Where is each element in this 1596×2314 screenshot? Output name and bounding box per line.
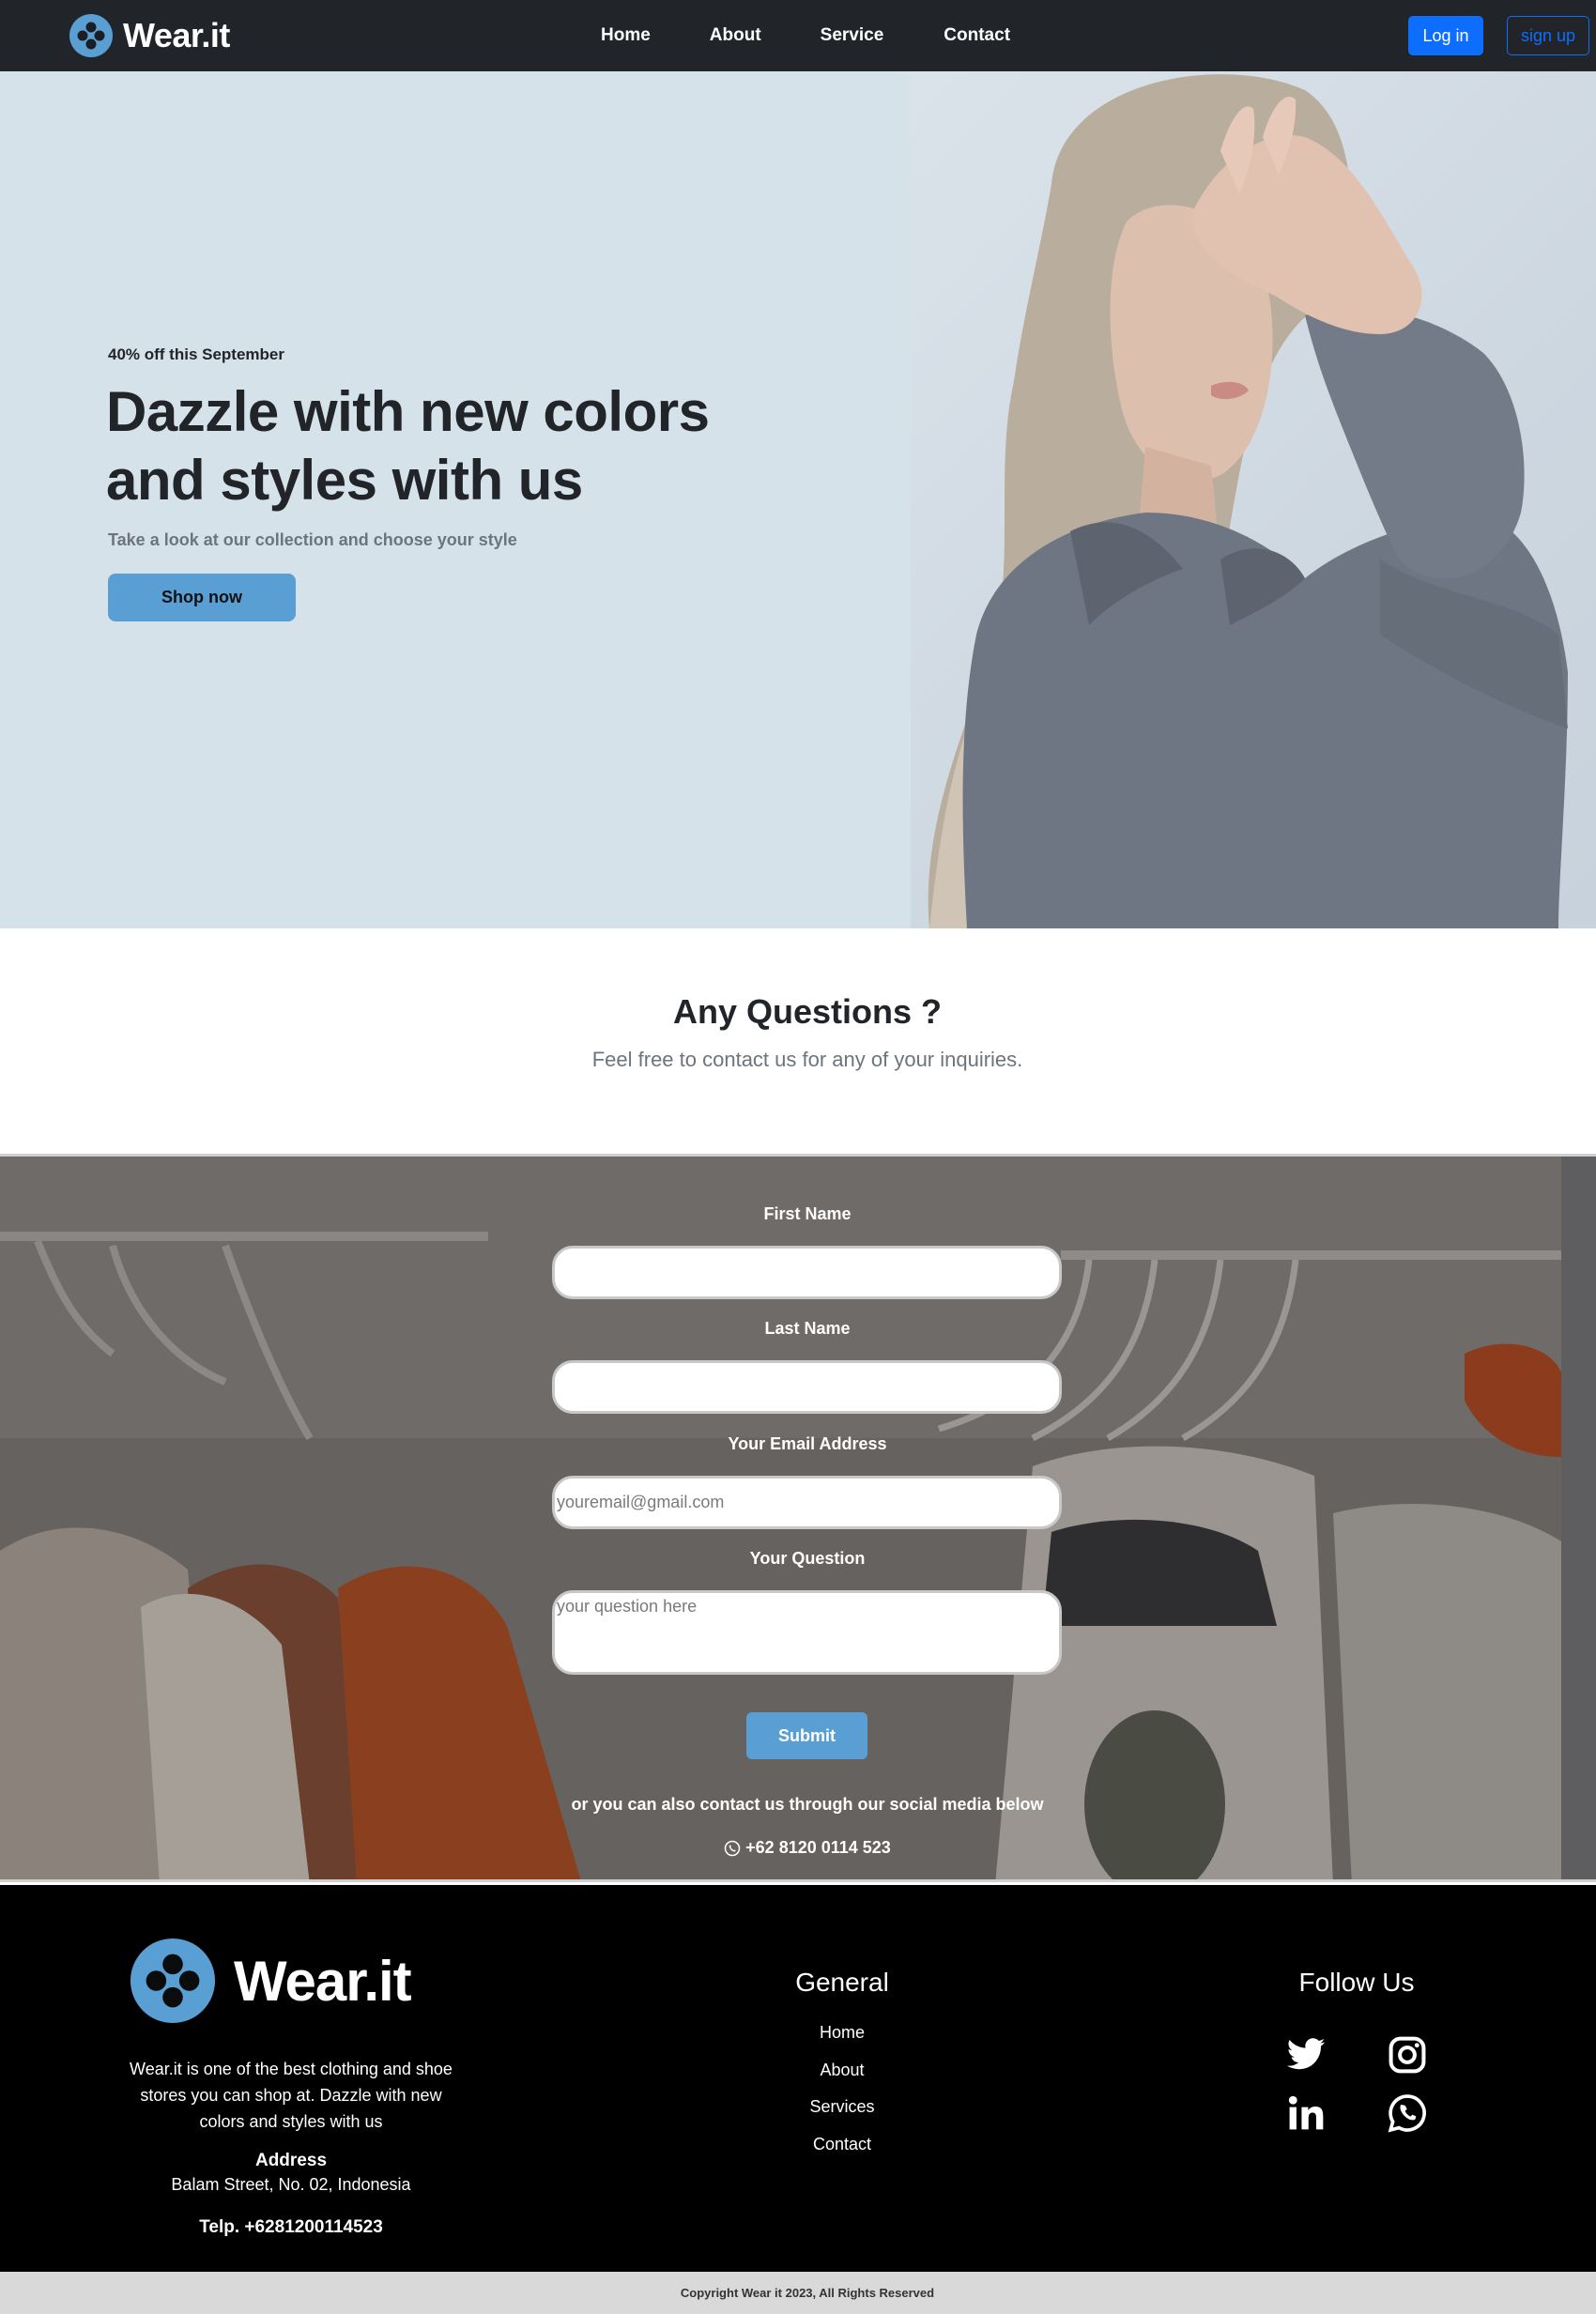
footer-link-home[interactable]: Home xyxy=(701,2023,983,2043)
brand[interactable]: Wear.it xyxy=(69,12,230,59)
last-name-label: Last Name xyxy=(764,1319,851,1338)
footer-general-heading: General xyxy=(795,1968,889,1997)
footer-brand-logo-icon xyxy=(130,1938,216,2024)
nav-link-contact[interactable]: Contact xyxy=(944,25,1010,46)
footer-link-contact[interactable]: Contact xyxy=(701,2135,983,2154)
submit-button[interactable]: Submit xyxy=(746,1712,867,1759)
email-field[interactable]: youremail@gmail.com xyxy=(552,1476,1062,1529)
signup-button[interactable]: sign up xyxy=(1507,16,1589,55)
whatsapp-icon xyxy=(724,1840,741,1856)
instagram-icon[interactable] xyxy=(1387,2034,1428,2076)
social-contact-note: or you can also contact us through our s… xyxy=(571,1795,1044,1814)
last-name-field[interactable] xyxy=(552,1360,1062,1414)
questions-title: Any Questions ? xyxy=(672,992,943,1031)
email-label: Your Email Address xyxy=(728,1434,887,1453)
copyright-bar: Copyright Wear it 2023, All Rights Reser… xyxy=(0,2272,1596,2314)
hero-image xyxy=(911,71,1596,928)
brand-name: Wear.it xyxy=(123,16,230,54)
footer-link-about[interactable]: About xyxy=(701,2061,983,2080)
hero-title: Dazzle with new colors and styles with u… xyxy=(106,380,710,512)
question-label: Your Question xyxy=(749,1549,866,1568)
first-name-field[interactable] xyxy=(552,1246,1062,1299)
question-textarea[interactable]: your question here xyxy=(552,1590,1062,1675)
hero-subtitle: Take a look at our collection and choose… xyxy=(108,530,517,549)
footer-address: Balam Street, No. 02, Indonesia xyxy=(171,2175,411,2194)
brand-logo-icon xyxy=(69,14,113,57)
phone-contact[interactable]: +62 8120 0114 523 xyxy=(0,1838,1596,1858)
phone-number: +62 8120 0114 523 xyxy=(745,1838,891,1857)
footer-brand[interactable]: Wear.it xyxy=(129,1937,412,2025)
footer-address-heading: Address xyxy=(254,2151,328,2170)
nav-link-about[interactable]: About xyxy=(710,25,761,46)
footer-follow-heading: Follow Us xyxy=(1298,1968,1415,1997)
hero-section: 40% off this September Dazzle with new c… xyxy=(0,71,1596,928)
nav-link-home[interactable]: Home xyxy=(601,25,651,46)
navbar: Wear.it Home About Service Contact Log i… xyxy=(0,0,1596,71)
footer-telp: Telp. +6281200114523 xyxy=(199,2217,383,2237)
questions-subtitle: Feel free to contact us for any of your … xyxy=(591,1048,1023,1071)
shop-now-button[interactable]: Shop now xyxy=(108,574,296,621)
footer-link-services[interactable]: Services xyxy=(701,2097,983,2117)
login-button[interactable]: Log in xyxy=(1408,16,1483,55)
twitter-icon[interactable] xyxy=(1285,2034,1327,2076)
nav-link-service[interactable]: Service xyxy=(821,25,884,46)
footer-description: Wear.it is one of the best clothing and … xyxy=(130,2060,453,2131)
hero-promo-text: 40% off this September xyxy=(108,345,284,363)
form-section-edge xyxy=(1561,1157,1596,1879)
linkedin-icon[interactable] xyxy=(1285,2092,1327,2134)
first-name-label: First Name xyxy=(763,1204,852,1223)
footer-brand-name: Wear.it xyxy=(234,1949,412,2013)
whatsapp-icon[interactable] xyxy=(1387,2092,1428,2134)
nav-links: Home About Service Contact xyxy=(601,0,1071,71)
